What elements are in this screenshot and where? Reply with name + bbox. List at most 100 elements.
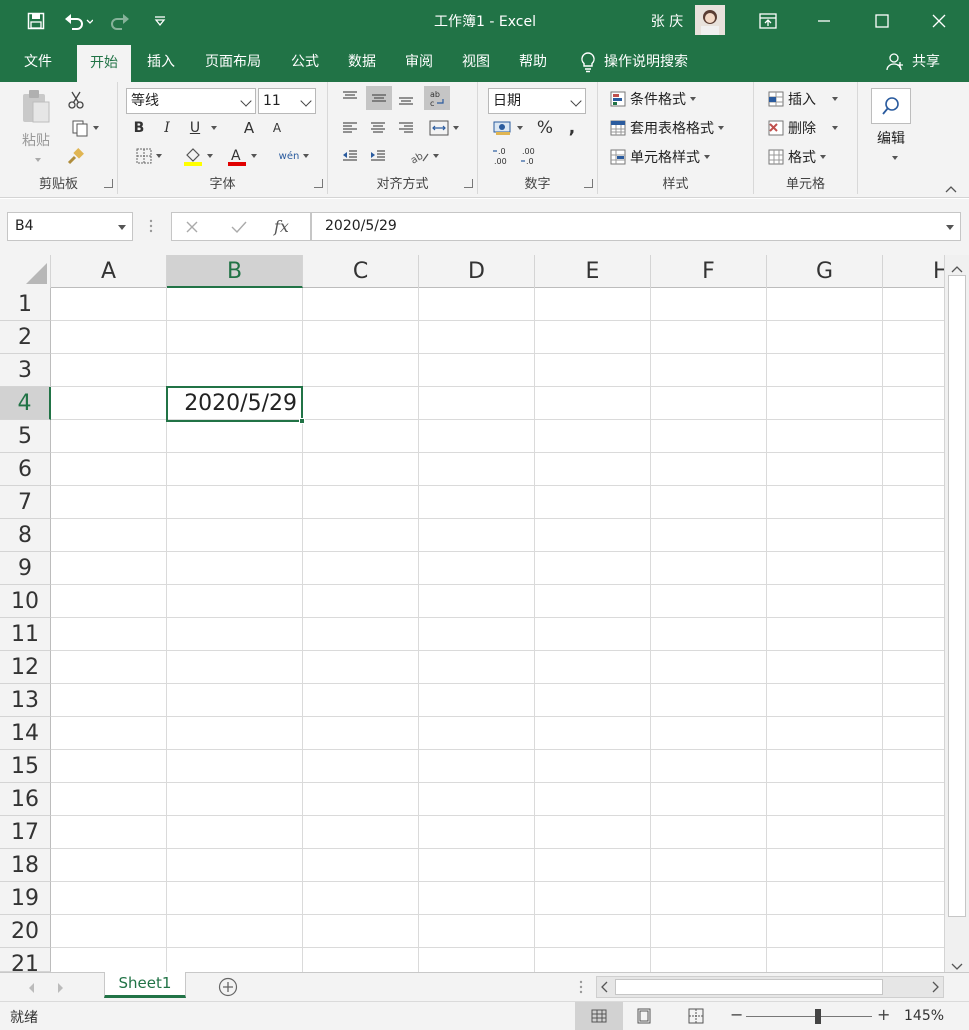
user-name[interactable]: 张 庆	[640, 0, 694, 42]
row-header-2[interactable]: 2	[0, 321, 51, 354]
row-header-11[interactable]: 11	[0, 618, 51, 651]
row-header-1[interactable]: 1	[0, 288, 51, 321]
number-format-select[interactable]: 日期	[488, 88, 586, 114]
tab-data[interactable]: 数据	[337, 42, 387, 82]
increase-decimal-icon[interactable]: .0.00	[490, 144, 516, 168]
alignment-launcher[interactable]	[464, 179, 473, 188]
add-sheet-icon[interactable]	[218, 977, 238, 997]
column-header-d[interactable]: D	[419, 255, 535, 288]
row-header-6[interactable]: 6	[0, 453, 51, 486]
horizontal-scroll-thumb[interactable]	[615, 979, 883, 995]
bold-button[interactable]: B	[128, 116, 150, 140]
align-left-icon[interactable]	[338, 116, 362, 140]
insert-cells-button[interactable]: 插入	[768, 87, 838, 111]
merge-center-icon[interactable]	[424, 116, 464, 140]
close-icon[interactable]	[924, 0, 954, 42]
number-launcher[interactable]	[584, 179, 593, 188]
tab-review[interactable]: 审阅	[394, 42, 444, 82]
tab-view[interactable]: 视图	[451, 42, 501, 82]
name-box[interactable]: B4	[7, 212, 133, 241]
minimize-icon[interactable]	[810, 0, 838, 42]
editing-dropdown[interactable]	[888, 148, 898, 164]
name-box-dropdown-icon[interactable]	[118, 225, 126, 230]
row-header-16[interactable]: 16	[0, 783, 51, 816]
sheet-prev-icon[interactable]	[28, 982, 36, 998]
row-header-17[interactable]: 17	[0, 816, 51, 849]
fill-color-icon[interactable]	[178, 144, 218, 168]
tell-me-search[interactable]: 操作说明搜索	[604, 42, 710, 82]
page-break-view-icon[interactable]	[688, 1008, 704, 1028]
column-header-f[interactable]: F	[651, 255, 767, 288]
tab-page-layout[interactable]: 页面布局	[196, 42, 270, 82]
font-color-icon[interactable]: A	[222, 144, 262, 168]
scroll-right-icon[interactable]	[931, 981, 939, 997]
font-size-select[interactable]: 11	[258, 88, 316, 114]
row-header-7[interactable]: 7	[0, 486, 51, 519]
maximize-icon[interactable]	[868, 0, 896, 42]
normal-view-icon[interactable]	[575, 1002, 623, 1030]
comma-button[interactable]: ,	[562, 116, 582, 140]
confirm-entry-icon[interactable]	[230, 219, 248, 239]
align-bottom-icon[interactable]	[394, 86, 418, 110]
sheet-next-icon[interactable]	[56, 982, 64, 998]
avatar[interactable]	[695, 5, 725, 35]
shrink-font-button[interactable]: A	[266, 116, 288, 140]
clipboard-launcher[interactable]	[104, 179, 113, 188]
row-header-14[interactable]: 14	[0, 717, 51, 750]
column-header-b[interactable]: B	[167, 255, 303, 288]
vertical-scroll-thumb[interactable]	[948, 275, 966, 917]
row-header-13[interactable]: 13	[0, 684, 51, 717]
collapse-ribbon-icon[interactable]	[944, 182, 958, 193]
underline-dropdown[interactable]	[206, 116, 218, 140]
sheet-tab-sheet1[interactable]: Sheet1	[104, 972, 186, 998]
fill-handle[interactable]	[299, 418, 305, 424]
row-header-12[interactable]: 12	[0, 651, 51, 684]
align-top-icon[interactable]	[338, 86, 362, 110]
zoom-slider-track[interactable]	[746, 1016, 872, 1017]
copy-icon[interactable]	[64, 116, 106, 140]
row-header-8[interactable]: 8	[0, 519, 51, 552]
formula-input[interactable]: 2020/5/29	[311, 212, 961, 241]
hscroll-split-icon[interactable]	[578, 980, 584, 998]
italic-button[interactable]: I	[156, 116, 178, 140]
borders-icon[interactable]	[128, 144, 170, 168]
format-cells-button[interactable]: 格式	[768, 145, 826, 169]
percent-button[interactable]: %	[534, 116, 556, 140]
worksheet-grid[interactable]: A B C D E F G H 1 2 3 4 5 6 7 8 9 10 11 …	[0, 255, 944, 972]
zoom-out-button[interactable]: −	[730, 1005, 743, 1024]
tab-help[interactable]: 帮助	[508, 42, 558, 82]
conditional-formatting-button[interactable]: 条件格式	[610, 87, 696, 111]
row-header-19[interactable]: 19	[0, 882, 51, 915]
orientation-icon[interactable]: ab	[404, 144, 444, 168]
column-header-e[interactable]: E	[535, 255, 651, 288]
horizontal-scrollbar[interactable]	[596, 976, 944, 998]
row-header-21[interactable]: 21	[0, 948, 51, 972]
underline-button[interactable]: U	[184, 116, 206, 140]
row-header-4[interactable]: 4	[0, 387, 51, 420]
row-header-5[interactable]: 5	[0, 420, 51, 453]
ribbon-display-icon[interactable]	[754, 0, 782, 42]
column-header-h[interactable]: H	[883, 255, 944, 288]
editing-button[interactable]: 编辑	[868, 128, 914, 148]
format-painter-icon[interactable]	[64, 144, 88, 168]
tab-formulas[interactable]: 公式	[280, 42, 330, 82]
zoom-level[interactable]: 145%	[904, 1008, 944, 1024]
font-name-select[interactable]: 等线	[126, 88, 256, 114]
row-header-18[interactable]: 18	[0, 849, 51, 882]
redo-icon[interactable]	[104, 0, 140, 42]
row-header-20[interactable]: 20	[0, 915, 51, 948]
row-header-15[interactable]: 15	[0, 750, 51, 783]
cut-icon[interactable]	[64, 88, 88, 112]
row-header-10[interactable]: 10	[0, 585, 51, 618]
font-launcher[interactable]	[314, 179, 323, 188]
decrease-decimal-icon[interactable]: .00.0	[518, 144, 544, 168]
undo-icon[interactable]	[60, 0, 96, 42]
tab-insert[interactable]: 插入	[136, 42, 186, 82]
row-header-3[interactable]: 3	[0, 354, 51, 387]
wrap-text-icon[interactable]: ab c	[424, 86, 450, 110]
active-cell-b4[interactable]: 2020/5/29	[166, 386, 305, 424]
vertical-scrollbar[interactable]	[944, 255, 969, 972]
delete-cells-button[interactable]: 删除	[768, 116, 838, 140]
zoom-in-button[interactable]: +	[877, 1005, 890, 1024]
accounting-format-icon[interactable]	[488, 116, 528, 140]
